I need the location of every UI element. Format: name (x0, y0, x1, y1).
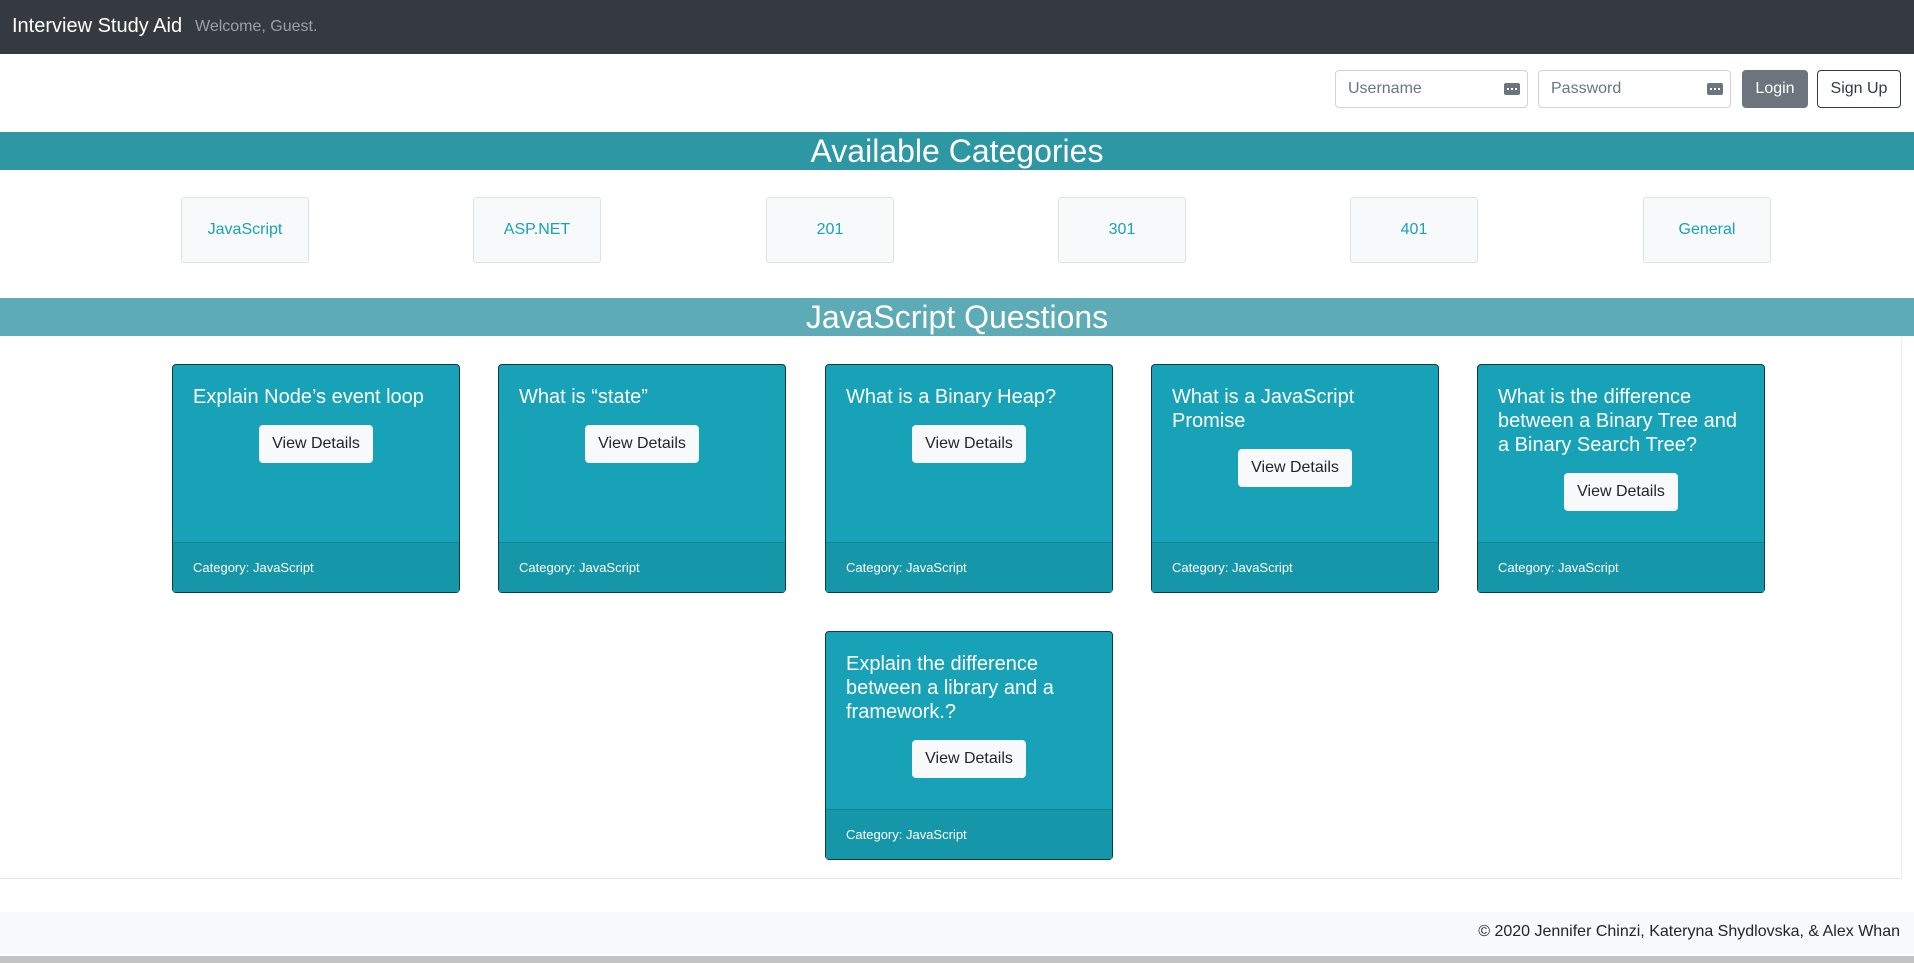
question-card: What is a JavaScript Promise View Detail… (1151, 364, 1439, 593)
question-category: Category: JavaScript (173, 542, 459, 592)
question-card: What is the difference between a Binary … (1477, 364, 1765, 593)
content-border (1901, 338, 1902, 879)
view-details-button[interactable]: View Details (259, 425, 373, 463)
username-field[interactable] (1335, 70, 1528, 108)
category-401[interactable]: 401 (1350, 197, 1478, 263)
brand-title[interactable]: Interview Study Aid (12, 14, 182, 38)
signup-button[interactable]: Sign Up (1817, 70, 1901, 108)
question-title: Explain Node’s event loop (193, 386, 424, 408)
question-category: Category: JavaScript (1478, 542, 1764, 592)
login-button[interactable]: Login (1742, 70, 1808, 108)
page-footer: © 2020 Jennifer Chinzi, Kateryna Shydlov… (0, 912, 1914, 954)
question-card: Explain the difference between a library… (825, 631, 1113, 860)
view-details-button[interactable]: View Details (912, 425, 1026, 463)
welcome-text: Welcome, Guest. (195, 18, 318, 35)
view-details-button[interactable]: View Details (585, 425, 699, 463)
question-card: What is a Binary Heap? View Details Cate… (825, 364, 1113, 593)
question-category: Category: JavaScript (499, 542, 785, 592)
question-title: What is a Binary Heap? (846, 386, 1057, 408)
question-category: Category: JavaScript (826, 542, 1112, 592)
question-card: Explain Node’s event loop View Details C… (172, 364, 460, 593)
horizontal-scrollbar[interactable] (0, 956, 1914, 963)
password-field[interactable] (1538, 70, 1731, 108)
question-title: What is the difference between a Binary … (1498, 386, 1738, 456)
category-301[interactable]: 301 (1058, 197, 1186, 263)
question-title: What is a JavaScript Promise (1172, 386, 1355, 432)
view-details-button[interactable]: View Details (912, 740, 1026, 778)
copyright-text: © 2020 Jennifer Chinzi, Kateryna Shydlov… (1478, 923, 1900, 940)
username-input[interactable] (1336, 71, 1486, 107)
question-category: Category: JavaScript (1152, 542, 1438, 592)
question-title: Explain the difference between a library… (846, 653, 1054, 723)
category-general[interactable]: General (1643, 197, 1771, 263)
view-details-button[interactable]: View Details (1564, 473, 1678, 511)
question-category: Category: JavaScript (826, 809, 1112, 859)
category-201[interactable]: 201 (766, 197, 894, 263)
category-aspnet[interactable]: ASP.NET (473, 197, 601, 263)
top-navbar: Interview Study Aid Welcome, Guest. (0, 0, 1914, 54)
password-input[interactable] (1539, 71, 1689, 107)
question-title: What is “state” (519, 386, 648, 408)
questions-heading: JavaScript Questions (0, 298, 1914, 336)
password-manager-icon[interactable] (1504, 83, 1520, 95)
question-card: What is “state” View Details Category: J… (498, 364, 786, 593)
content-divider (0, 878, 1902, 879)
view-details-button[interactable]: View Details (1238, 449, 1352, 487)
password-manager-icon[interactable] (1707, 83, 1723, 95)
category-javascript[interactable]: JavaScript (181, 197, 309, 263)
categories-heading: Available Categories (0, 132, 1914, 170)
